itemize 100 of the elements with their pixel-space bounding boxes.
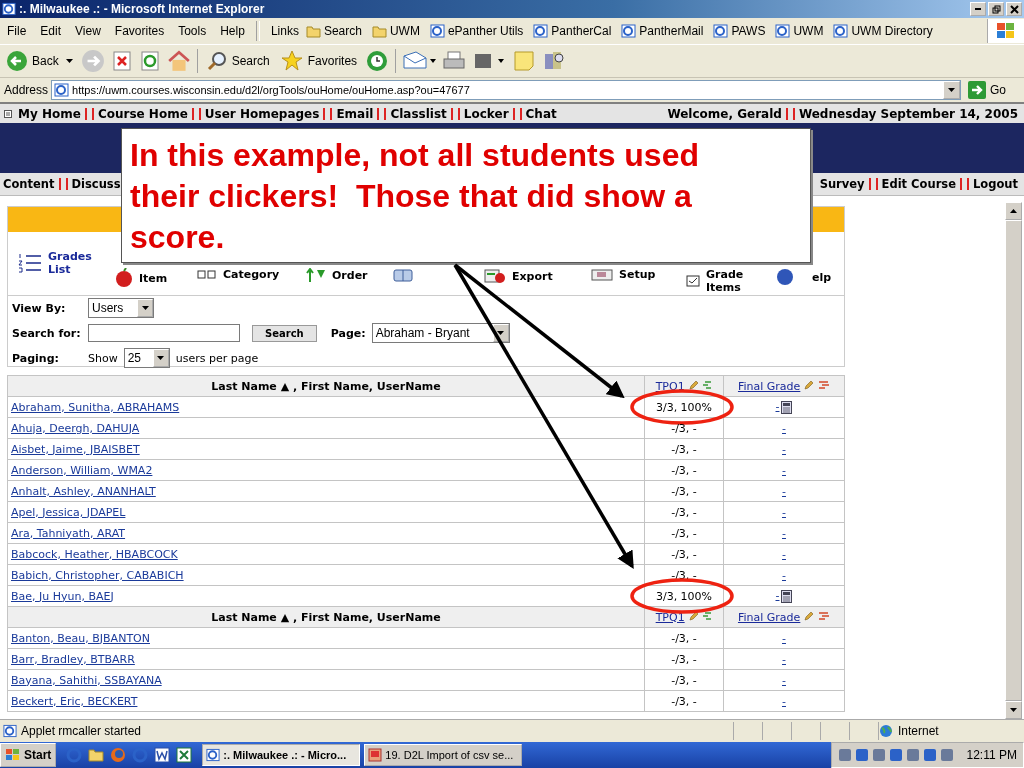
- help-icon[interactable]: [776, 268, 794, 286]
- student-link[interactable]: Bae, Ju Hyun, BAEJ: [11, 589, 114, 603]
- pencil-icon[interactable]: [804, 610, 815, 621]
- tool-link[interactable]: Item: [139, 271, 168, 285]
- nav-link[interactable]: Classlist: [390, 106, 447, 121]
- nav-link[interactable]: My Home: [18, 106, 81, 121]
- address-field[interactable]: https://uwm.courses.wisconsin.edu/d2l/orgTools/ouHome/ouHome.asp?ou=47677: [51, 80, 961, 100]
- pencil-icon[interactable]: [688, 379, 699, 390]
- sort-arrows-icon[interactable]: [306, 268, 326, 282]
- nav-link[interactable]: Content: [3, 177, 55, 191]
- final-grade-link[interactable]: -: [782, 484, 786, 498]
- menu-icon[interactable]: [4, 109, 12, 118]
- final-grade-link[interactable]: -: [782, 631, 786, 645]
- search-field[interactable]: [88, 324, 240, 342]
- tray-icon[interactable]: [888, 748, 903, 762]
- start-button[interactable]: Start: [0, 743, 57, 767]
- dropdown-button[interactable]: [943, 81, 960, 99]
- tool-link[interactable]: elp: [812, 270, 832, 284]
- minimize-button[interactable]: [970, 2, 986, 16]
- refresh-icon[interactable]: [138, 50, 161, 72]
- student-link[interactable]: Bayana, Sahithi, SSBAYANA: [11, 673, 162, 687]
- scrollbar[interactable]: [1005, 202, 1022, 719]
- stats-icon[interactable]: [818, 379, 831, 390]
- tray-icon[interactable]: [905, 748, 920, 762]
- student-link[interactable]: Banton, Beau, BJBANTON: [11, 631, 150, 645]
- stop-icon[interactable]: [110, 50, 133, 72]
- student-link[interactable]: Apel, Jessica, JDAPEL: [11, 505, 126, 519]
- student-link[interactable]: Ara, Tahniyath, ARAT: [11, 526, 126, 540]
- export-icon[interactable]: [484, 268, 506, 284]
- nav-link[interactable]: User Homepages: [204, 106, 320, 121]
- tray-icon[interactable]: [939, 748, 954, 762]
- document-icon[interactable]: [154, 747, 171, 763]
- down-arrow-icon[interactable]: [1010, 708, 1017, 712]
- column-header[interactable]: Last Name ▲ , First Name, UserName: [7, 606, 645, 628]
- final-grade-link[interactable]: -: [782, 526, 786, 540]
- final-grade-link[interactable]: -: [782, 568, 786, 582]
- taskbar-task[interactable]: :. Milwaukee .: - Micro...: [202, 744, 361, 766]
- apple-icon[interactable]: [115, 268, 133, 288]
- stats-icon[interactable]: [702, 379, 713, 390]
- view-by-select[interactable]: Users: [88, 298, 154, 318]
- checklist-icon[interactable]: [686, 275, 700, 287]
- tray-icon[interactable]: [837, 748, 852, 762]
- tool-link[interactable]: Grade Items: [706, 268, 744, 294]
- close-button[interactable]: [1006, 2, 1022, 16]
- search-button[interactable]: Search: [203, 50, 272, 72]
- book-icon[interactable]: [393, 268, 413, 282]
- student-link[interactable]: Anderson, William, WMA2: [11, 463, 153, 477]
- student-link[interactable]: Anhalt, Ashley, ANANHALT: [11, 484, 156, 498]
- student-link[interactable]: Aisbet, Jaime, JBAISBET: [11, 442, 140, 456]
- nav-link[interactable]: Course Home: [97, 106, 188, 121]
- setup-icon[interactable]: [591, 268, 613, 281]
- restore-button[interactable]: [988, 2, 1004, 16]
- tray-icon[interactable]: [922, 748, 937, 762]
- link-item[interactable]: UWM: [371, 24, 420, 38]
- menu-item[interactable]: Edit: [33, 24, 69, 38]
- nav-link[interactable]: Chat: [525, 106, 557, 121]
- final-grade-link[interactable]: -: [782, 547, 786, 561]
- stats-icon[interactable]: [818, 610, 831, 621]
- back-button[interactable]: Back: [4, 50, 75, 72]
- final-grade-link[interactable]: -: [775, 589, 780, 603]
- spreadsheet-icon[interactable]: [176, 747, 193, 763]
- final-grade-link[interactable]: -: [782, 442, 786, 456]
- final-grade-link[interactable]: -: [782, 421, 786, 435]
- nav-link[interactable]: Logout: [972, 177, 1018, 191]
- tool-link[interactable]: Export: [512, 269, 553, 283]
- folder-icon[interactable]: [88, 747, 105, 763]
- mail-icon[interactable]: [402, 50, 437, 72]
- menu-item[interactable]: Favorites: [107, 24, 172, 38]
- tray-icon[interactable]: [854, 748, 869, 762]
- squares-icon[interactable]: [197, 269, 217, 280]
- tray-icon[interactable]: [871, 748, 886, 762]
- final-grade-link[interactable]: -: [782, 463, 786, 477]
- student-link[interactable]: Barr, Bradley, BTBARR: [11, 652, 135, 666]
- page-select[interactable]: Abraham - Bryant: [371, 323, 510, 343]
- column-header[interactable]: Final Grade: [723, 375, 845, 397]
- up-arrow-icon[interactable]: [1010, 209, 1017, 213]
- student-link[interactable]: Babich, Christopher, CABABICH: [11, 568, 184, 582]
- nav-link[interactable]: Email: [336, 106, 374, 121]
- tool-link[interactable]: Grades List: [48, 250, 92, 276]
- final-grade-link[interactable]: -: [782, 673, 786, 687]
- final-grade-link[interactable]: -: [782, 505, 786, 519]
- menu-item[interactable]: Tools: [171, 24, 214, 38]
- link-item[interactable]: ePanther Utils: [429, 24, 524, 38]
- link-item[interactable]: UWM Directory: [833, 24, 933, 38]
- link-item[interactable]: Search: [305, 24, 362, 38]
- stats-icon[interactable]: [702, 610, 713, 621]
- favorites-button[interactable]: Favorites: [277, 49, 360, 73]
- home-icon[interactable]: [166, 49, 191, 73]
- student-link[interactable]: Babcock, Heather, HBABCOCK: [11, 547, 178, 561]
- menu-item[interactable]: View: [68, 24, 108, 38]
- taskbar-task[interactable]: 19. D2L Import of csv se...: [364, 744, 523, 766]
- tool-link[interactable]: Category: [223, 268, 280, 281]
- search-button[interactable]: Search: [252, 324, 317, 342]
- student-link[interactable]: Abraham, Sunitha, ABRAHAMS: [11, 400, 180, 414]
- page-size-select[interactable]: 25: [123, 348, 170, 368]
- nav-link[interactable]: Discuss: [71, 177, 121, 191]
- student-link[interactable]: Ahuja, Deergh, DAHUJA: [11, 421, 140, 435]
- link-item[interactable]: PantherMail: [621, 24, 704, 38]
- student-link[interactable]: Beckert, Eric, BECKERT: [11, 694, 138, 708]
- link-item[interactable]: PAWS: [713, 24, 766, 38]
